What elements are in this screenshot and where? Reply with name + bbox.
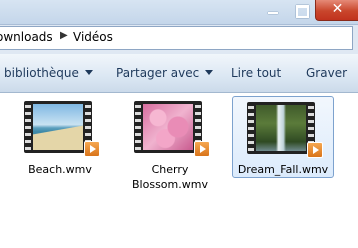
file-item-beach[interactable]: Beach.wmv <box>10 96 110 176</box>
breadcrumb-item-downloads[interactable]: ownloads <box>0 30 53 44</box>
breadcrumb-item-videos[interactable]: Vidéos <box>73 30 113 44</box>
address-bar[interactable]: ownloads ▶ Vidéos <box>0 26 353 50</box>
window-titlebar: ✕ <box>0 0 358 25</box>
video-thumbnail <box>134 101 210 157</box>
file-name: Beach.wmv <box>28 163 92 176</box>
filmstrip-frame <box>24 101 92 153</box>
cherry-blossom-thumbnail-image <box>143 104 193 150</box>
file-list: Beach.wmv Cherry Blossom.wmv Dream_Fall.… <box>0 93 358 248</box>
chevron-down-icon <box>84 70 93 75</box>
burn-button[interactable]: Graver <box>306 66 347 80</box>
play-icon <box>194 141 210 157</box>
file-item-cherry-blossom[interactable]: Cherry Blossom.wmv <box>120 96 220 191</box>
waterfall-thumbnail-image <box>256 105 306 151</box>
share-with-menu-button[interactable]: Partager avec <box>116 66 214 80</box>
close-icon: ✕ <box>331 1 344 17</box>
share-with-label: Partager avec <box>116 66 200 80</box>
maximize-button[interactable] <box>287 0 315 20</box>
play-all-button[interactable]: Lire tout <box>231 66 281 80</box>
filmstrip-frame <box>134 101 202 153</box>
file-name: Dream_Fall.wmv <box>237 163 329 176</box>
beach-thumbnail-image <box>33 104 83 150</box>
file-item-dream-fall[interactable]: Dream_Fall.wmv <box>232 96 334 178</box>
library-menu-button[interactable]: bibliothèque <box>4 66 93 80</box>
video-thumbnail <box>24 101 100 157</box>
chevron-down-icon <box>205 70 214 75</box>
filmstrip-frame <box>247 102 315 154</box>
breadcrumb-separator-icon[interactable]: ▶ <box>60 30 68 41</box>
close-button[interactable]: ✕ <box>315 0 358 21</box>
library-menu-label: bibliothèque <box>4 66 79 80</box>
command-bar: bibliothèque Partager avec Lire tout Gra… <box>0 54 358 93</box>
file-name-line-1: Cherry <box>151 163 189 176</box>
video-thumbnail <box>247 102 323 158</box>
minimize-button[interactable] <box>259 0 287 20</box>
file-name-line-2: Blossom.wmv <box>132 178 208 191</box>
play-icon <box>84 141 100 157</box>
play-icon <box>307 142 323 158</box>
